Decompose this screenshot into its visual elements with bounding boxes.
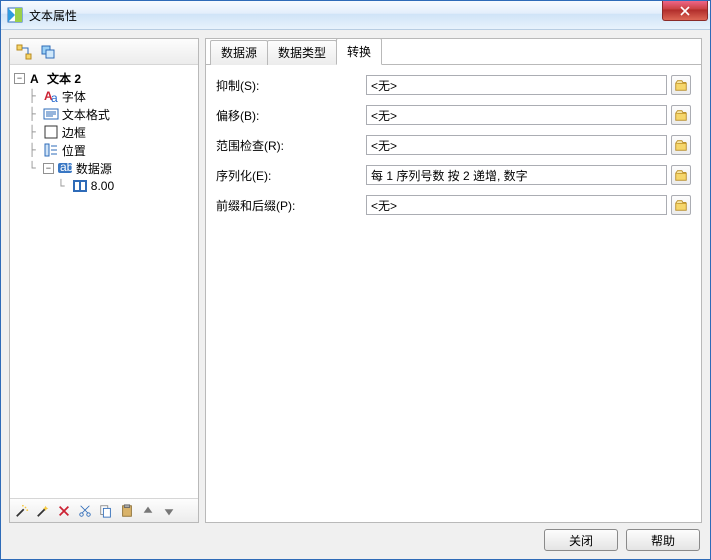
cut-icon[interactable] <box>75 501 95 521</box>
tree-root[interactable]: − A 文本 2 <box>12 69 196 87</box>
button-label: 帮助 <box>651 532 675 549</box>
label-prefsuf: 前缀和后缀(P): <box>216 197 366 214</box>
collapse-icon[interactable]: − <box>14 73 25 84</box>
label-offset: 偏移(B): <box>216 107 366 124</box>
tabs: 数据源 数据类型 转换 <box>206 39 701 65</box>
browse-button[interactable] <box>671 105 691 125</box>
sparkwand-icon[interactable] <box>33 501 53 521</box>
tree-item-border[interactable]: ├ 边框 <box>12 123 196 141</box>
dialog-body: − A 文本 2 ├ Aa 字体 ├ 文本格式 <box>1 30 710 559</box>
border-icon <box>43 124 59 140</box>
tab-label: 数据源 <box>221 46 257 60</box>
tab-datatype[interactable]: 数据类型 <box>267 40 337 65</box>
text-root-icon: A <box>28 70 44 86</box>
wand-icon[interactable] <box>12 501 32 521</box>
row-range: 范围检查(R): <box>216 135 691 155</box>
tree-item-textformat[interactable]: ├ 文本格式 <box>12 105 196 123</box>
svg-text:a: a <box>51 91 58 104</box>
input-serialize[interactable] <box>366 165 667 185</box>
tree-item-label: 位置 <box>62 142 86 159</box>
tree-item-label: 字体 <box>62 88 86 105</box>
collapse-icon[interactable]: − <box>43 163 54 174</box>
tab-transform[interactable]: 转换 <box>336 38 382 65</box>
paste-icon[interactable] <box>117 501 137 521</box>
label-suppress: 抑制(S): <box>216 77 366 94</box>
delete-icon[interactable] <box>54 501 74 521</box>
tab-datasource[interactable]: 数据源 <box>210 40 268 65</box>
input-suppress[interactable] <box>366 75 667 95</box>
down-icon[interactable] <box>159 501 179 521</box>
tree[interactable]: − A 文本 2 ├ Aa 字体 ├ 文本格式 <box>10 65 198 498</box>
datasource-icon: ab <box>57 160 73 176</box>
browse-button[interactable] <box>671 75 691 95</box>
help-button[interactable]: 帮助 <box>626 529 700 551</box>
close-button[interactable] <box>662 1 708 21</box>
dialog-footer: 关闭 帮助 <box>9 529 702 551</box>
button-label: 关闭 <box>569 532 593 549</box>
textformat-icon <box>43 106 59 122</box>
tree-pane: − A 文本 2 ├ Aa 字体 ├ 文本格式 <box>9 38 199 523</box>
row-suppress: 抑制(S): <box>216 75 691 95</box>
window-title: 文本属性 <box>29 7 77 24</box>
position-icon <box>43 142 59 158</box>
tree-item-datasource[interactable]: └ − ab 数据源 <box>12 159 196 177</box>
tree-item-label: 8.00 <box>91 179 114 193</box>
tree-item-datavalue[interactable]: └ 8.00 <box>12 177 196 195</box>
input-prefsuf[interactable] <box>366 195 667 215</box>
properties-pane: 数据源 数据类型 转换 抑制(S): 偏移(B): <box>205 38 702 523</box>
close-dialog-button[interactable]: 关闭 <box>544 529 618 551</box>
tree-bottom-toolbar <box>10 498 198 522</box>
tab-label: 转换 <box>347 45 371 59</box>
tree-toolbar <box>10 39 198 65</box>
tree-item-label: 边框 <box>62 124 86 141</box>
copy-icon[interactable] <box>96 501 116 521</box>
row-offset: 偏移(B): <box>216 105 691 125</box>
tree-item-position[interactable]: ├ 位置 <box>12 141 196 159</box>
svg-text:A: A <box>30 72 39 86</box>
main-area: − A 文本 2 ├ Aa 字体 ├ 文本格式 <box>9 38 702 523</box>
tree-item-label: 文本格式 <box>62 106 110 123</box>
tree-item-font[interactable]: ├ Aa 字体 <box>12 87 196 105</box>
tab-content: 抑制(S): 偏移(B): 范围检查(R <box>206 65 701 522</box>
browse-button[interactable] <box>671 195 691 215</box>
up-icon[interactable] <box>138 501 158 521</box>
label-serialize: 序列化(E): <box>216 167 366 184</box>
app-icon <box>7 7 23 23</box>
tab-label: 数据类型 <box>278 46 326 60</box>
row-prefsuf: 前缀和后缀(P): <box>216 195 691 215</box>
label-range: 范围检查(R): <box>216 137 366 154</box>
dialog-window: 文本属性 − A 文本 2 <box>0 0 711 560</box>
browse-button[interactable] <box>671 165 691 185</box>
input-offset[interactable] <box>366 105 667 125</box>
browse-button[interactable] <box>671 135 691 155</box>
input-range[interactable] <box>366 135 667 155</box>
row-serialize: 序列化(E): <box>216 165 691 185</box>
tree-root-label: 文本 2 <box>47 70 81 87</box>
connector-icon[interactable] <box>14 42 34 62</box>
svg-text:ab: ab <box>60 160 73 174</box>
cascade-icon[interactable] <box>38 42 58 62</box>
tree-item-label: 数据源 <box>76 160 112 177</box>
datavalue-icon <box>72 178 88 194</box>
font-icon: Aa <box>43 88 59 104</box>
titlebar[interactable]: 文本属性 <box>1 1 710 30</box>
